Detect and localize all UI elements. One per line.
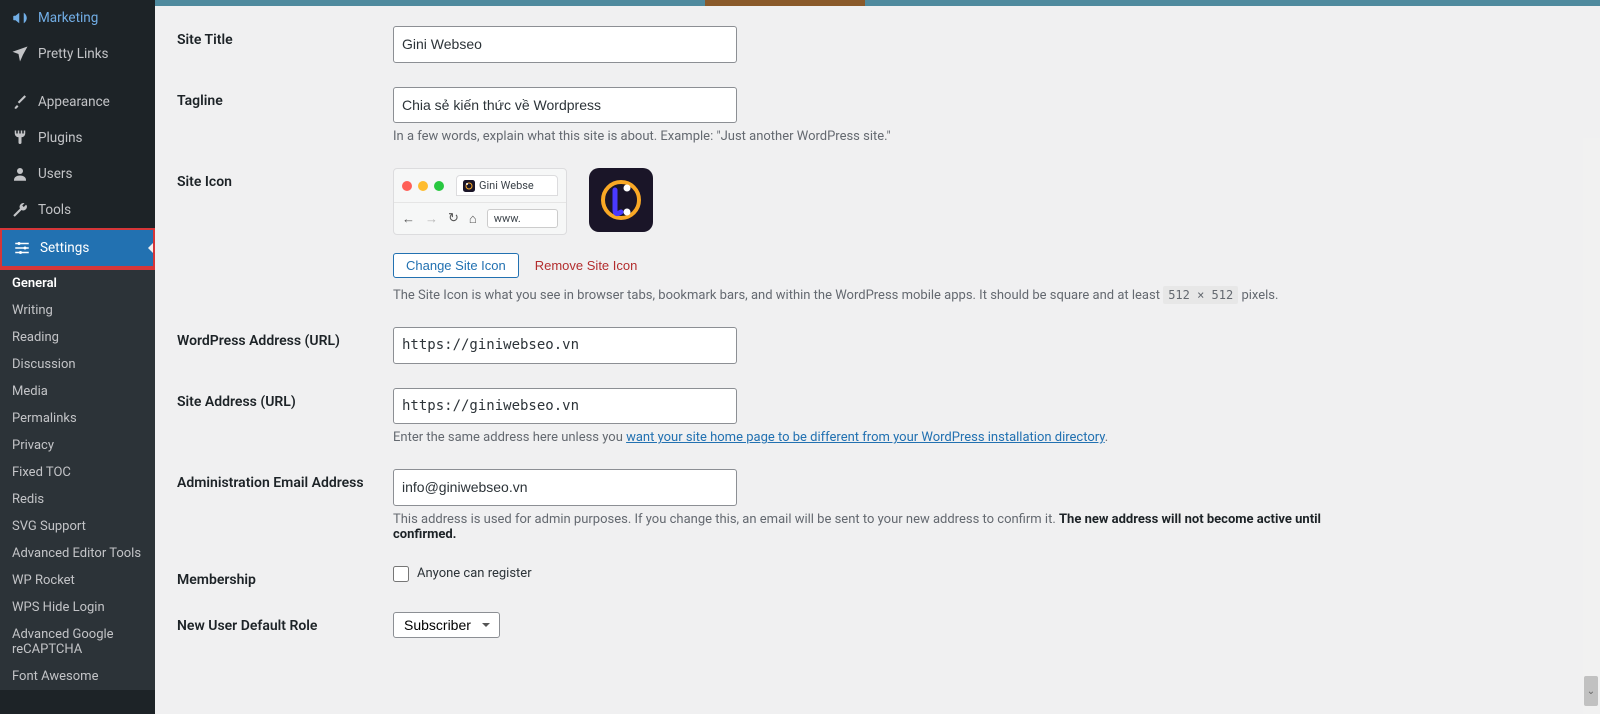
sidebar-item-prettylinks[interactable]: Pretty Links [0, 36, 155, 72]
sidebar-sub-recaptcha[interactable]: Advanced Google reCAPTCHA [0, 621, 155, 663]
membership-checkbox[interactable] [393, 566, 409, 582]
sidebar-sub-svg[interactable]: SVG Support [0, 513, 155, 540]
sidebar-sub-media[interactable]: Media [0, 378, 155, 405]
membership-label: Membership [177, 566, 393, 588]
site-address-help-link[interactable]: want your site home page to be different… [626, 430, 1105, 445]
chevron-down-icon[interactable]: ⌄ [1584, 676, 1598, 706]
wp-address-input[interactable] [393, 327, 737, 364]
sidebar-item-marketing[interactable]: Marketing [0, 0, 155, 36]
sidebar-item-label: Pretty Links [38, 46, 109, 62]
sidebar-item-appearance[interactable]: Appearance [0, 84, 155, 120]
sidebar-sub-reading[interactable]: Reading [0, 324, 155, 351]
sliders-icon [12, 238, 32, 258]
change-site-icon-button[interactable]: Change Site Icon [393, 253, 519, 278]
admin-email-description: This address is used for admin purposes.… [393, 512, 1343, 542]
macos-close-icon [402, 181, 412, 191]
sidebar-sub-advanced-editor[interactable]: Advanced Editor Tools [0, 540, 155, 567]
sidebar-item-users[interactable]: Users [0, 156, 155, 192]
sidebar-item-label: Marketing [38, 10, 98, 26]
site-address-description: Enter the same address here unless you w… [393, 430, 1343, 445]
sidebar-sub-privacy[interactable]: Privacy [0, 432, 155, 459]
home-icon: ⌂ [469, 211, 477, 227]
scrollbar[interactable]: ⌄ [1583, 138, 1600, 714]
sidebar-sub-discussion[interactable]: Discussion [0, 351, 155, 378]
back-arrow-icon: ← [402, 211, 415, 227]
admin-email-input[interactable] [393, 469, 737, 506]
site-icon-preview [589, 168, 653, 232]
star-icon [10, 44, 30, 64]
user-icon [10, 164, 30, 184]
forward-arrow-icon: → [425, 211, 438, 227]
plug-icon [10, 128, 30, 148]
wrench-icon [10, 200, 30, 220]
sidebar-sub-wprocket[interactable]: WP Rocket [0, 567, 155, 594]
site-address-input[interactable] [393, 388, 737, 425]
sidebar-sub-writing[interactable]: Writing [0, 297, 155, 324]
macos-zoom-icon [434, 181, 444, 191]
sidebar-sub-fontawesome[interactable]: Font Awesome [0, 663, 155, 690]
sidebar-sub-wpshide[interactable]: WPS Hide Login [0, 594, 155, 621]
sidebar-sub-permalinks[interactable]: Permalinks [0, 405, 155, 432]
sidebar-item-label: Settings [40, 240, 89, 256]
site-title-label: Site Title [177, 26, 393, 48]
browser-urlbar: www. [487, 209, 558, 228]
tagline-label: Tagline [177, 87, 393, 109]
admin-email-label: Administration Email Address [177, 469, 393, 491]
browser-tab-text: Gini Webse [479, 179, 534, 192]
site-icon-browser-preview: Gini Webse ← → ↻ ⌂ www. [393, 168, 567, 235]
tagline-description: In a few words, explain what this site i… [393, 129, 1343, 144]
admin-sidebar: Marketing Pretty Links Appearance Plugin… [0, 0, 155, 714]
default-role-label: New User Default Role [177, 612, 393, 634]
favicon-small-icon [463, 180, 475, 192]
tagline-input[interactable] [393, 87, 737, 124]
sidebar-sub-fixedtoc[interactable]: Fixed TOC [0, 459, 155, 486]
sidebar-item-settings[interactable]: Settings [0, 228, 155, 268]
membership-check-label: Anyone can register [417, 566, 532, 581]
sidebar-item-label: Tools [38, 202, 71, 218]
sidebar-item-label: Plugins [38, 130, 83, 146]
remove-site-icon-button[interactable]: Remove Site Icon [535, 258, 638, 273]
sidebar-submenu: General Writing Reading Discussion Media… [0, 268, 155, 690]
site-icon-description: The Site Icon is what you see in browser… [393, 288, 1343, 303]
sidebar-item-tools[interactable]: Tools [0, 192, 155, 228]
brush-icon [10, 92, 30, 112]
site-address-label: Site Address (URL) [177, 388, 393, 410]
megaphone-icon [10, 8, 30, 28]
site-title-input[interactable] [393, 26, 737, 63]
sidebar-item-label: Appearance [38, 94, 110, 110]
sidebar-item-plugins[interactable]: Plugins [0, 120, 155, 156]
sidebar-item-label: Users [38, 166, 72, 182]
default-role-select[interactable]: Subscriber [393, 612, 500, 638]
wp-address-label: WordPress Address (URL) [177, 327, 393, 349]
reload-icon: ↻ [448, 211, 459, 226]
sidebar-sub-redis[interactable]: Redis [0, 486, 155, 513]
content-area: Site Title Tagline In a few words, expla… [155, 0, 1600, 714]
macos-minimize-icon [418, 181, 428, 191]
sidebar-sub-general[interactable]: General [0, 268, 155, 297]
site-icon-label: Site Icon [177, 168, 393, 190]
